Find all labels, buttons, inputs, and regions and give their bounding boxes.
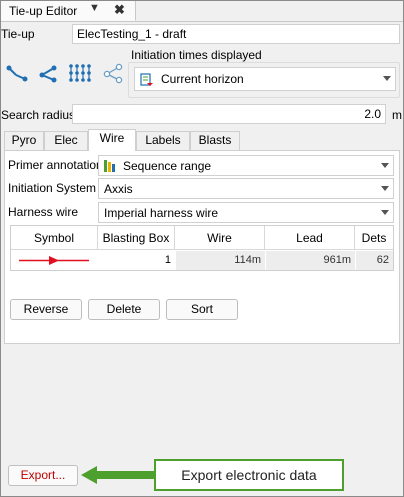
title-divider bbox=[1, 21, 403, 22]
tab-wire-label: Wire bbox=[99, 131, 125, 145]
search-radius-label: Search radius bbox=[1, 108, 76, 122]
connect-tool-icon[interactable] bbox=[4, 62, 30, 84]
chevron-down-icon bbox=[383, 76, 391, 81]
window-title: Tie-up Editor bbox=[9, 4, 78, 18]
tab-labels-label: Labels bbox=[145, 133, 181, 147]
tieup-label: Tie-up bbox=[1, 27, 35, 41]
primer-annotation-value: Sequence range bbox=[123, 158, 212, 173]
column-header-lead[interactable]: Lead bbox=[265, 226, 355, 250]
chevron-down-icon bbox=[381, 185, 389, 191]
initiation-times-value: Current horizon bbox=[161, 72, 244, 86]
dets-count-cell: 62 bbox=[356, 251, 393, 270]
search-radius-unit: m bbox=[392, 108, 402, 122]
tab-elec[interactable]: Elec bbox=[44, 131, 88, 150]
tieup-name-value: ElecTesting_1 - draft bbox=[77, 27, 187, 41]
sequence-range-icon bbox=[104, 160, 115, 172]
sort-button[interactable]: Sort bbox=[166, 299, 238, 320]
delete-button[interactable]: Delete bbox=[88, 299, 160, 320]
primer-annotation-select[interactable]: Sequence range bbox=[98, 155, 394, 176]
column-header-wire[interactable]: Wire bbox=[175, 226, 265, 250]
harness-wire-value: Imperial harness wire bbox=[104, 205, 219, 220]
initiation-system-select[interactable]: Axxis bbox=[98, 178, 394, 199]
wire-symbol-icon bbox=[19, 256, 89, 265]
search-radius-value: 2.0 bbox=[364, 107, 381, 121]
tab-menu-icon[interactable]: ▼ bbox=[89, 2, 100, 14]
share-tool-icon[interactable] bbox=[100, 62, 126, 84]
blasting-box-cell[interactable]: 1 bbox=[99, 251, 175, 270]
reverse-button[interactable]: Reverse bbox=[10, 299, 82, 320]
editor-tab[interactable]: Tie-up Editor ▼ ✖ bbox=[1, 1, 136, 21]
wire-length-cell: 114m bbox=[176, 251, 265, 270]
lead-length-cell: 961m bbox=[266, 251, 355, 270]
tab-elec-label: Elec bbox=[54, 133, 78, 147]
wire-table: Symbol Blasting Box Wire Lead Dets 1 114… bbox=[10, 225, 394, 271]
tieup-name-field[interactable]: ElecTesting_1 - draft bbox=[72, 24, 400, 44]
tab-pyro-label: Pyro bbox=[11, 133, 37, 147]
grid-tool-icon[interactable] bbox=[67, 62, 93, 84]
initiation-system-value: Axxis bbox=[104, 181, 133, 196]
tab-pyro[interactable]: Pyro bbox=[4, 131, 44, 150]
tab-strip: Pyro Elec Wire Labels Blasts bbox=[4, 129, 400, 151]
initiation-system-label: Initiation System bbox=[8, 181, 97, 195]
export-callout: Export electronic data bbox=[154, 459, 344, 491]
horizon-icon bbox=[140, 73, 153, 86]
initiation-times-select[interactable]: Current horizon bbox=[134, 67, 396, 91]
primer-annotation-label: Primer annotation bbox=[8, 158, 103, 172]
tab-labels[interactable]: Labels bbox=[136, 131, 190, 150]
tab-blasts-label: Blasts bbox=[198, 133, 232, 147]
chevron-down-icon bbox=[381, 162, 389, 168]
column-header-blasting-box[interactable]: Blasting Box bbox=[98, 226, 175, 250]
title-bar: Tie-up Editor ▼ ✖ bbox=[1, 1, 403, 21]
initiation-group-label: Initiation times displayed bbox=[131, 48, 262, 62]
tab-blasts[interactable]: Blasts bbox=[190, 131, 240, 150]
harness-wire-select[interactable]: Imperial harness wire bbox=[98, 202, 394, 223]
search-radius-input[interactable]: 2.0 bbox=[72, 104, 386, 124]
column-header-dets[interactable]: Dets bbox=[355, 226, 393, 250]
tab-wire[interactable]: Wire bbox=[88, 129, 136, 151]
symbol-cell bbox=[13, 251, 97, 270]
harness-wire-label: Harness wire bbox=[8, 205, 79, 219]
chevron-down-icon bbox=[381, 209, 389, 215]
export-button[interactable]: Export... bbox=[8, 465, 78, 486]
column-header-symbol[interactable]: Symbol bbox=[11, 226, 98, 250]
close-icon[interactable]: ✖ bbox=[114, 2, 125, 18]
callout-arrow-icon bbox=[81, 466, 154, 484]
branch-tool-icon[interactable] bbox=[36, 62, 62, 84]
